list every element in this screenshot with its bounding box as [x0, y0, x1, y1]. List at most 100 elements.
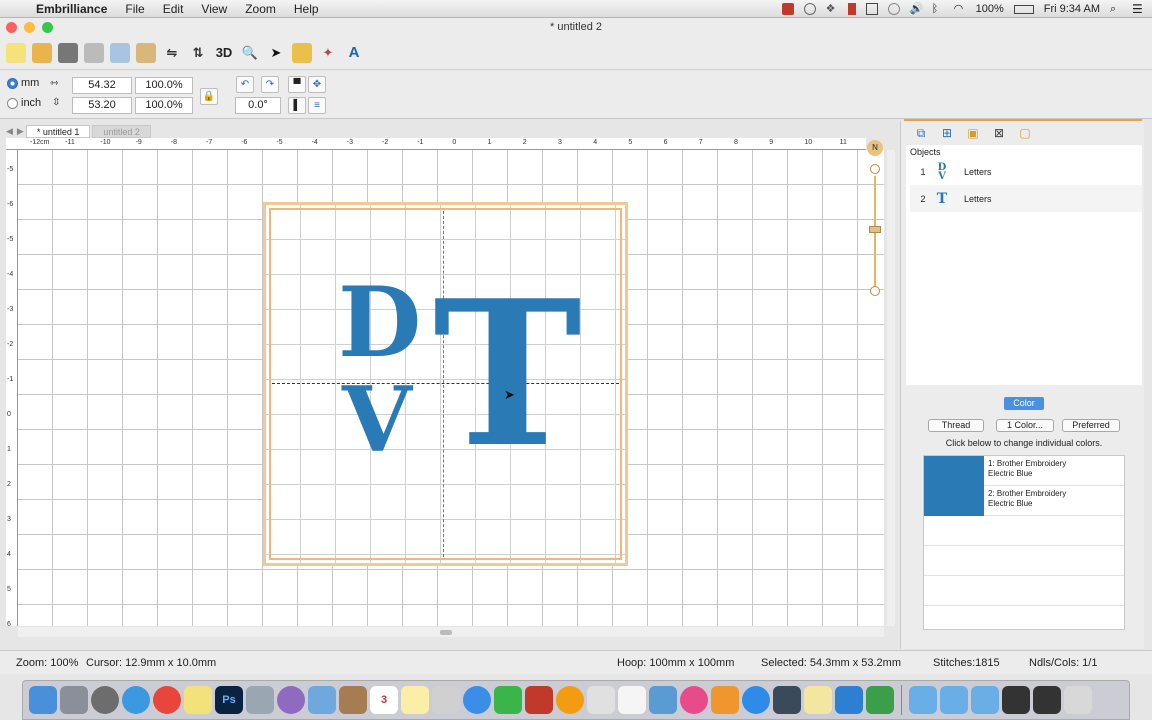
lock-icon[interactable]: ▣ [964, 126, 982, 142]
stickies-icon[interactable] [184, 686, 212, 714]
color-row[interactable]: 1: Brother Embroidery Electric Blue [924, 456, 1124, 486]
bluetooth-icon[interactable]: ᛒ [932, 3, 944, 15]
color-swatch[interactable] [924, 486, 984, 516]
color-swatch[interactable] [924, 456, 984, 486]
menu-clock[interactable]: Fri 9:34 AM [1044, 3, 1100, 15]
sync-icon[interactable] [803, 3, 816, 15]
list-item[interactable]: 2 T Letters [910, 185, 1142, 212]
menu-help[interactable]: Help [294, 2, 319, 16]
volume-icon[interactable]: 🔊 [910, 3, 924, 15]
vertical-scrollbar[interactable] [887, 150, 895, 626]
numbers-icon[interactable] [618, 686, 646, 714]
embrilliance-icon[interactable] [773, 686, 801, 714]
menu-zoom[interactable]: Zoom [245, 2, 276, 16]
downloads-folder-icon[interactable] [971, 686, 999, 714]
notes-icon[interactable] [401, 686, 429, 714]
horizontal-scroll-thumb[interactable] [440, 630, 452, 635]
safari-icon[interactable] [122, 686, 150, 714]
documents-folder-icon[interactable] [940, 686, 968, 714]
mirror-horizontal-icon[interactable]: ⇋ [162, 43, 182, 63]
rotation-field[interactable]: 0.0° [235, 97, 281, 114]
pause-icon[interactable] [847, 3, 856, 15]
airplay-icon[interactable] [865, 3, 878, 15]
color-row[interactable]: 2: Brother Embroidery Electric Blue [924, 486, 1124, 516]
height-percent-field[interactable]: 100.0% [135, 97, 193, 114]
trash-icon[interactable] [1064, 686, 1092, 714]
ungroup-icon[interactable]: ⊞ [938, 126, 956, 142]
dropbox-icon[interactable]: ❖ [826, 3, 838, 15]
3d-view-button[interactable]: 3D [214, 43, 234, 63]
compass-icon[interactable]: N [867, 140, 883, 156]
zoom-thumb[interactable] [869, 226, 881, 233]
excel-icon[interactable] [866, 686, 894, 714]
desktop-folder-icon[interactable] [835, 686, 863, 714]
tab-untitled-1[interactable]: * untitled 1 [25, 124, 91, 138]
preview-photos-icon[interactable] [432, 686, 460, 714]
zoom-in-icon[interactable] [870, 164, 880, 174]
photoshop-icon[interactable]: Ps [215, 686, 243, 714]
letter-v[interactable]: V [342, 375, 412, 465]
lock-proportions-icon[interactable]: 🔒 [200, 88, 218, 105]
hide-icon[interactable]: ⊠ [990, 126, 1008, 142]
tab-next-icon[interactable]: ▶ [17, 126, 24, 137]
stickies-notes-icon[interactable] [804, 686, 832, 714]
design-canvas[interactable]: D V T ➤ [18, 150, 884, 626]
spotlight-search-icon[interactable]: ⌕ [1110, 3, 1122, 15]
tab-prev-icon[interactable]: ◀ [6, 126, 13, 137]
thread-button[interactable]: Thread [928, 419, 984, 432]
color-sort-icon[interactable]: ✦ [318, 43, 338, 63]
menu-view[interactable]: View [201, 2, 227, 16]
height-field[interactable]: 53.20 [72, 97, 132, 114]
letter-t[interactable]: T [433, 275, 582, 475]
center-icon[interactable]: ✥ [308, 76, 326, 93]
messages-icon[interactable] [463, 686, 491, 714]
close-window-icon[interactable] [6, 22, 17, 33]
preferred-button[interactable]: Preferred [1062, 419, 1120, 432]
notebook-icon[interactable] [339, 686, 367, 714]
one-color-button[interactable]: 1 Color... [996, 419, 1054, 432]
airplane-app-icon[interactable] [246, 686, 274, 714]
facetime-icon[interactable] [494, 686, 522, 714]
paste-icon[interactable] [136, 42, 156, 63]
unit-mm-radio[interactable] [7, 78, 18, 89]
width-field[interactable]: 54.32 [72, 77, 132, 94]
photo-booth-icon[interactable] [525, 686, 553, 714]
minimize-window-icon[interactable] [24, 22, 35, 33]
print-icon[interactable] [84, 42, 104, 63]
calendar-icon[interactable]: 3 [370, 686, 398, 714]
new-design-icon[interactable] [6, 42, 26, 63]
save-icon[interactable] [58, 42, 78, 63]
itunes-icon[interactable] [680, 686, 708, 714]
rotate-right-icon[interactable]: ↷ [261, 76, 279, 93]
letter-d[interactable]: D [338, 275, 421, 371]
tab-untitled-2[interactable]: untitled 2 [92, 124, 151, 138]
hoop-area[interactable]: D V T [263, 202, 628, 566]
app-store-icon[interactable] [742, 686, 770, 714]
launchpad-icon[interactable] [60, 686, 88, 714]
list-item[interactable]: 1 DV Letters [910, 158, 1142, 185]
alien-app-icon[interactable] [277, 686, 305, 714]
wifi-icon[interactable]: ◠ [954, 3, 966, 15]
align-top-icon[interactable]: ▀ [288, 76, 306, 93]
notification-center-icon[interactable]: ☰ [1132, 3, 1144, 15]
preview-icon[interactable] [308, 686, 336, 714]
app-status-icon[interactable] [781, 3, 794, 15]
battery-percent[interactable]: 100% [976, 3, 1004, 15]
align-lines-icon[interactable]: ≡ [308, 97, 326, 114]
lettering-icon[interactable]: A [344, 43, 364, 63]
menu-file[interactable]: File [125, 2, 144, 16]
finder-icon[interactable] [29, 686, 57, 714]
magnifier-icon[interactable]: 🔍 [240, 43, 260, 63]
system-preferences-icon[interactable] [91, 686, 119, 714]
menu-edit[interactable]: Edit [163, 2, 184, 16]
terminal-icon[interactable] [1002, 686, 1030, 714]
unit-inch-radio[interactable] [7, 98, 18, 109]
width-percent-field[interactable]: 100.0% [135, 77, 193, 94]
screen-icon[interactable] [1033, 686, 1061, 714]
chrome-icon[interactable] [153, 686, 181, 714]
rotate-left-icon[interactable]: ↶ [236, 76, 254, 93]
zoom-slider[interactable]: N [867, 140, 883, 300]
applications-folder-icon[interactable] [909, 686, 937, 714]
textedit-icon[interactable] [587, 686, 615, 714]
photos-icon[interactable] [556, 686, 584, 714]
